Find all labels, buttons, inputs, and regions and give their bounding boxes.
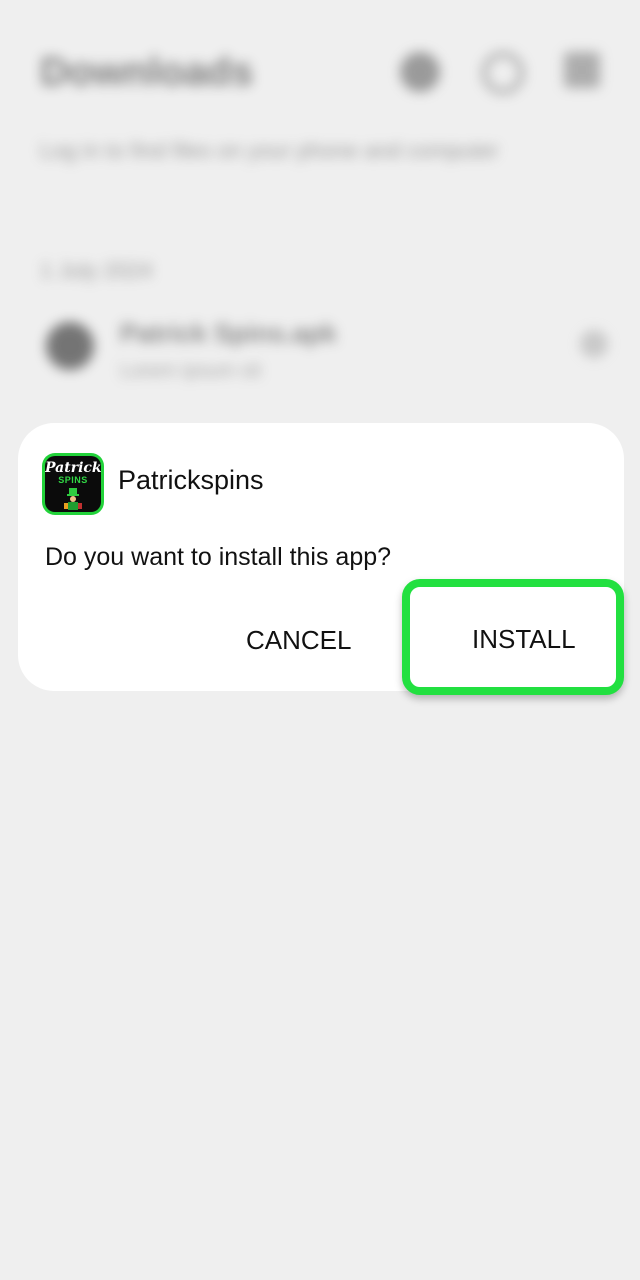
- background-title: Downloads: [40, 50, 254, 94]
- install-button[interactable]: INSTALL: [472, 624, 576, 655]
- logo-subtext: SPINS: [58, 475, 88, 485]
- screen: Downloads Log in to find files on your p…: [0, 0, 640, 1280]
- logo-text: Patrick: [45, 460, 101, 476]
- install-question: Do you want to install this app?: [45, 543, 392, 571]
- background-section-date: 1 July 2024: [40, 258, 153, 283]
- install-highlight: INSTALL: [402, 579, 624, 695]
- profile-icon: [400, 52, 440, 92]
- app-name: Patrickspins: [118, 465, 264, 495]
- leprechaun-figure-icon: [64, 488, 82, 510]
- background-item-title: Patrick Spins.apk: [120, 318, 337, 348]
- more-icon: [580, 330, 608, 358]
- search-icon: [482, 52, 524, 94]
- file-icon: [46, 322, 94, 370]
- background-subtitle: Log in to find files on your phone and c…: [40, 138, 499, 163]
- patrickspins-logo-icon: Patrick SPINS: [45, 456, 101, 512]
- menu-icon: [564, 52, 600, 88]
- cancel-button[interactable]: CANCEL: [246, 625, 351, 656]
- background-item-subtitle: Lorem ipsum sit: [120, 360, 262, 382]
- install-dialog: Patrick SPINS Patrickspins Do you want t…: [18, 423, 624, 695]
